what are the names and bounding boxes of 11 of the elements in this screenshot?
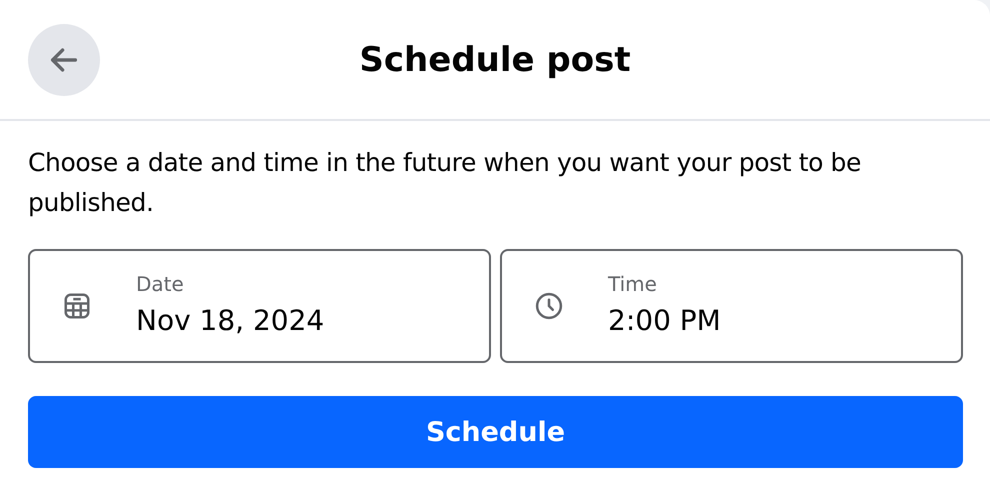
description-text: Choose a date and time in the future when you want your post to be published. [28,147,862,219]
field-value: Nov 18, 2024 [136,303,324,339]
clock-icon [534,291,564,321]
dialog-title: Schedule post [359,40,631,80]
field-label: Date [136,271,185,297]
schedule-button[interactable]: Schedule [28,396,963,468]
field-value: 2:00 PM [608,303,721,339]
calendar-icon [62,291,92,321]
date-field[interactable]: Date Nov 18, 2024 [28,249,491,363]
time-field[interactable]: Time 2:00 PM [500,249,963,363]
field-label: Time [608,271,658,297]
